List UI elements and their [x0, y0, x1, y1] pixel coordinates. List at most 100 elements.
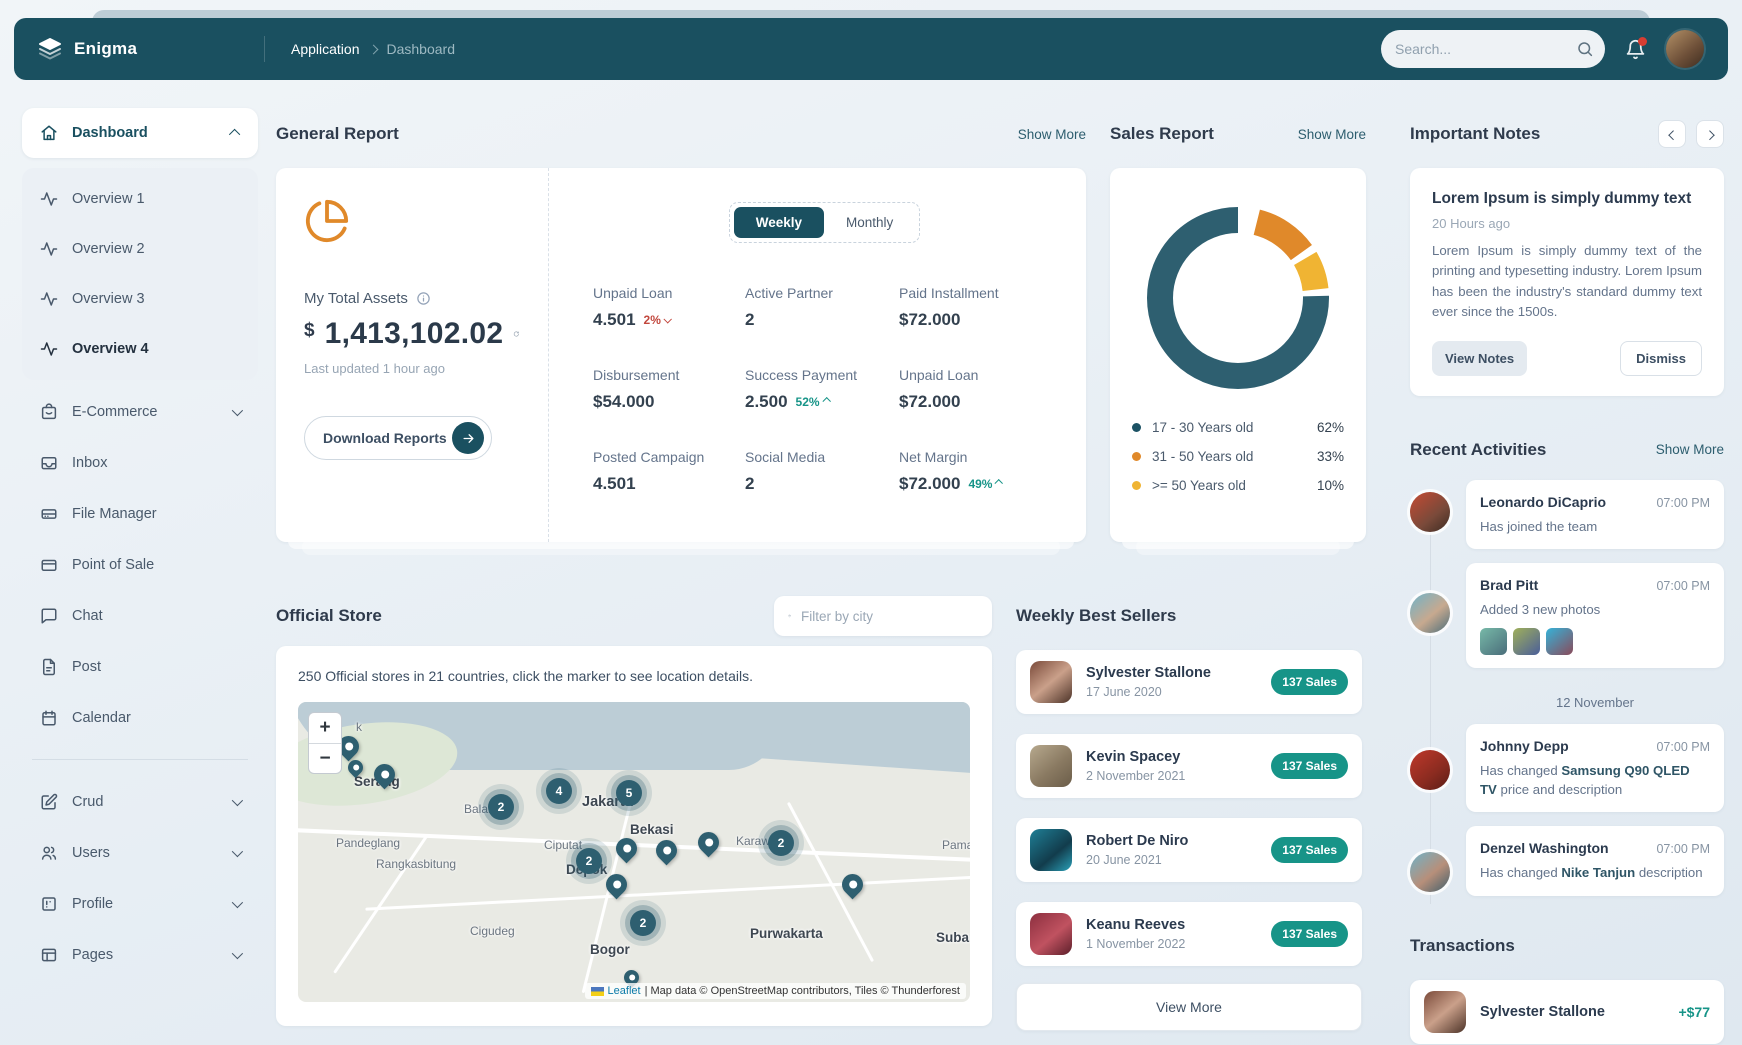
sidebar-item-file-manager[interactable]: File Manager — [22, 488, 258, 539]
map-label: Cigudeg — [470, 924, 515, 938]
map-cluster[interactable]: 2 — [488, 794, 514, 820]
map-cluster[interactable]: 2 — [630, 910, 656, 936]
transaction-item[interactable]: Sylvester Stallone +$77 — [1410, 980, 1724, 1044]
search-input[interactable] — [1395, 41, 1576, 57]
map-marker[interactable] — [652, 836, 682, 866]
stat-success-payment: Success Payment 2.500 52% — [745, 367, 899, 412]
leaflet-link[interactable]: Leaflet — [608, 985, 641, 997]
filter-by-city-box[interactable] — [774, 596, 992, 636]
sales-legend: 17 - 30 Years old 62% 31 - 50 Years old … — [1132, 420, 1344, 493]
breadcrumb-current: Dashboard — [387, 41, 456, 57]
store-map[interactable]: Serang Balaraja Jakarta Bekasi Karawang … — [298, 702, 970, 1002]
map-label: Bogor — [590, 942, 630, 957]
sidebar-item-overview-2[interactable]: Overview 2 — [22, 224, 258, 274]
nav-divider — [264, 36, 265, 62]
seller-card[interactable]: Robert De Niro 20 June 2021 137 Sales — [1016, 818, 1362, 882]
dismiss-button[interactable]: Dismiss — [1620, 341, 1702, 376]
seller-card[interactable]: Sylvester Stallone 17 June 2020 137 Sale… — [1016, 650, 1362, 714]
legend-dot-teal — [1132, 423, 1141, 432]
chevron-up-icon — [995, 479, 1003, 487]
download-reports-button[interactable]: Download Reports — [304, 416, 492, 460]
sidebar-item-point-of-sale[interactable]: Point of Sale — [22, 539, 258, 590]
sidebar-item-overview-4[interactable]: Overview 4 — [22, 324, 258, 374]
map-cluster[interactable]: 4 — [546, 778, 572, 804]
ukraine-flag-icon — [591, 987, 604, 996]
sidebar-item-crud[interactable]: Crud — [22, 776, 258, 827]
sales-report-show-more[interactable]: Show More — [1298, 127, 1366, 142]
sidebar-item-post[interactable]: Post — [22, 641, 258, 692]
sidebar-item-ecommerce[interactable]: E-Commerce — [22, 386, 258, 437]
toggle-monthly[interactable]: Monthly — [824, 207, 915, 238]
brand[interactable]: Enigma — [38, 37, 264, 61]
trend-badge-up[interactable]: 52% — [796, 395, 829, 409]
info-icon[interactable] — [416, 291, 431, 306]
view-more-button[interactable]: View More — [1016, 983, 1362, 1031]
activities-show-more[interactable]: Show More — [1656, 442, 1724, 457]
map-marker[interactable] — [694, 828, 724, 858]
activities-date-divider: 12 November — [1466, 682, 1724, 724]
sidebar-item-profile[interactable]: Profile — [22, 878, 258, 929]
seller-card[interactable]: Keanu Reeves 1 November 2022 137 Sales — [1016, 902, 1362, 966]
stat-unpaid-loan: Unpaid Loan 4.501 2% — [593, 285, 745, 330]
transactions-title: Transactions — [1410, 936, 1515, 956]
photo-thumbnail[interactable] — [1546, 628, 1573, 655]
sidebar-item-calendar[interactable]: Calendar — [22, 692, 258, 743]
sidebar-divider — [32, 759, 248, 760]
general-report-card: My Total Assets $ 1,413,102.02 Last upda… — [276, 168, 1086, 542]
stat-unpaid-loan-2: Unpaid Loan $72.000 — [899, 367, 1056, 412]
trend-badge-down[interactable]: 2% — [644, 313, 670, 327]
filter-by-city-input[interactable] — [801, 609, 978, 624]
activity-item: Denzel Washington 07:00 PM Has changed N… — [1410, 826, 1724, 895]
sales-report-title: Sales Report — [1110, 124, 1214, 144]
zoom-out-button[interactable]: − — [309, 743, 341, 773]
assets-updated-text: Last updated 1 hour ago — [304, 361, 520, 376]
seller-card[interactable]: Kevin Spacey 2 November 2021 137 Sales — [1016, 734, 1362, 798]
sidebar-item-pages[interactable]: Pages — [22, 929, 258, 980]
sidebar-item-dashboard[interactable]: Dashboard — [22, 108, 258, 158]
map-cluster[interactable]: 2 — [768, 830, 794, 856]
legend-dot-orange — [1132, 452, 1141, 461]
best-sellers-title: Weekly Best Sellers — [1016, 606, 1176, 626]
sidebar-item-overview-3[interactable]: Overview 3 — [22, 274, 258, 324]
important-notes-title: Important Notes — [1410, 124, 1540, 144]
search-box[interactable] — [1381, 30, 1605, 68]
general-report-title: General Report — [276, 124, 399, 144]
pie-chart-icon — [304, 198, 350, 244]
sidebar-item-users[interactable]: Users — [22, 827, 258, 878]
map-marker[interactable] — [838, 870, 868, 900]
legend-row: 17 - 30 Years old 62% — [1132, 420, 1344, 435]
breadcrumb: Application Dashboard — [291, 41, 455, 57]
view-notes-button[interactable]: View Notes — [1432, 341, 1527, 376]
photo-thumbnail[interactable] — [1513, 628, 1540, 655]
toggle-weekly[interactable]: Weekly — [734, 207, 824, 238]
shopping-bag-icon — [40, 403, 58, 421]
trend-badge-up[interactable]: 49% — [968, 477, 1001, 491]
general-report-show-more[interactable]: Show More — [1018, 127, 1086, 142]
notes-prev-button[interactable] — [1658, 120, 1686, 148]
layers-logo-icon — [38, 37, 62, 61]
map-label: Purwakarta — [750, 926, 823, 941]
store-description: 250 Official stores in 21 countries, cli… — [298, 668, 970, 684]
map-cluster[interactable]: 2 — [576, 848, 602, 874]
activity-icon — [40, 240, 58, 258]
sidebar-item-chat[interactable]: Chat — [22, 590, 258, 641]
map-cluster[interactable]: 5 — [616, 780, 642, 806]
calendar-icon — [40, 709, 58, 727]
notifications-button[interactable] — [1625, 39, 1646, 60]
recent-activities-title: Recent Activities — [1410, 440, 1546, 460]
breadcrumb-root[interactable]: Application — [291, 41, 360, 57]
photo-thumbnail[interactable] — [1480, 628, 1507, 655]
notes-next-button[interactable] — [1696, 120, 1724, 148]
refresh-icon[interactable] — [513, 325, 520, 343]
file-text-icon — [40, 658, 58, 676]
stat-social-media: Social Media 2 — [745, 449, 899, 494]
chevron-down-icon — [232, 794, 243, 805]
activity-item: Brad Pitt 07:00 PM Added 3 new photos — [1410, 563, 1724, 668]
user-avatar[interactable] — [1666, 30, 1704, 68]
sidebar-item-overview-1[interactable]: Overview 1 — [22, 174, 258, 224]
zoom-in-button[interactable]: + — [309, 713, 341, 743]
map-label: Bekasi — [630, 822, 674, 837]
official-store-title: Official Store — [276, 606, 382, 626]
map-label: Rangkasbitung — [376, 857, 456, 871]
sidebar-item-inbox[interactable]: Inbox — [22, 437, 258, 488]
